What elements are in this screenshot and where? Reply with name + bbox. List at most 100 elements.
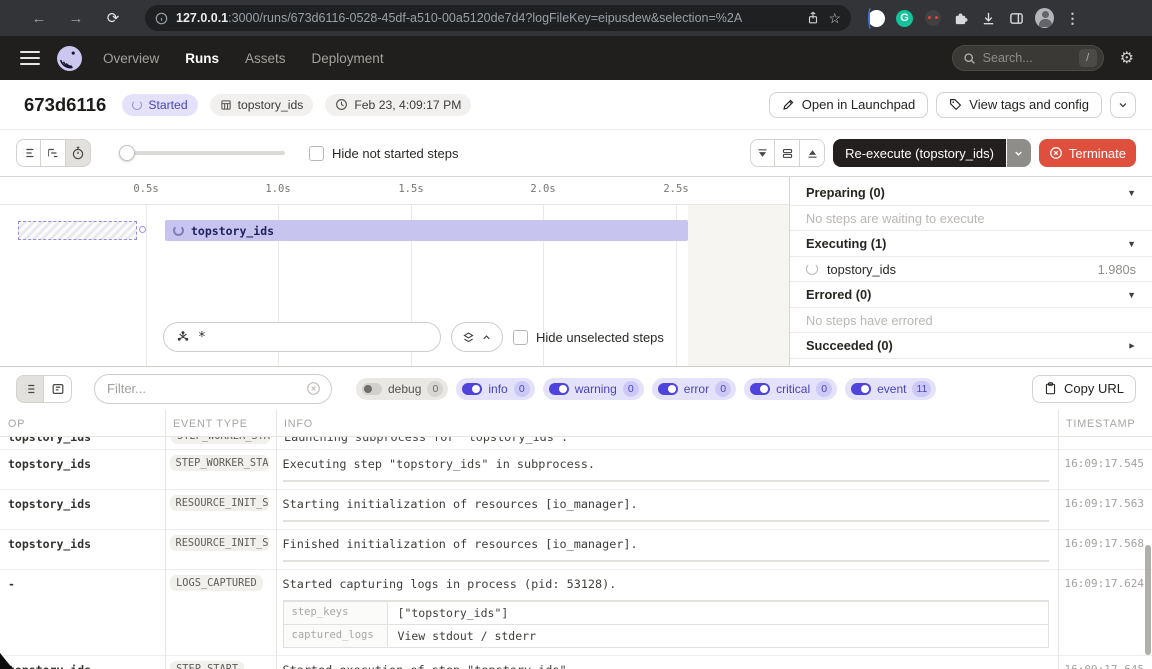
nav-tab[interactable]: Runs xyxy=(185,51,219,66)
metadata-value[interactable]: View stdout / stderr xyxy=(388,625,546,647)
view-tags-config-button[interactable]: View tags and config xyxy=(936,92,1102,118)
metadata-row[interactable]: step_keys ["topstory_ids"] xyxy=(284,601,1048,624)
list-view-button[interactable] xyxy=(16,375,44,403)
forward-icon[interactable]: → xyxy=(63,10,89,27)
structured-view-button[interactable] xyxy=(44,375,72,403)
more-actions-chevron-button[interactable] xyxy=(1110,92,1136,118)
gantt-toolbar: Hide not started steps Re-execute (topst… xyxy=(0,130,1152,177)
back-icon[interactable]: ← xyxy=(26,10,52,27)
metadata-row[interactable]: captured_logs View stdout / stderr xyxy=(284,624,1048,647)
log-row[interactable]: - LOGS_CAPTURED Started capturing logs i… xyxy=(0,570,1152,656)
status-empty-text: No steps are waiting to execute xyxy=(790,206,1152,231)
nav-tab[interactable]: Overview xyxy=(103,51,159,66)
step-selector-box[interactable] xyxy=(163,322,441,352)
clear-filter-icon[interactable] xyxy=(306,381,321,396)
status-section-title: Succeeded (0) xyxy=(806,338,893,353)
profile-avatar[interactable] xyxy=(1035,9,1054,28)
flat-view-button[interactable] xyxy=(16,139,41,167)
extensions-puzzle-icon[interactable] xyxy=(951,9,970,28)
chevron-down-icon xyxy=(1117,99,1129,111)
log-timestamp[interactable]: 16:09:17.645 xyxy=(1057,656,1152,669)
reload-icon[interactable]: ⟳ xyxy=(100,9,126,27)
gantt-step-bar[interactable]: topstory_ids xyxy=(165,220,688,241)
hide-unselected-label: Hide unselected steps xyxy=(536,330,664,345)
extension-icon[interactable] xyxy=(867,9,886,28)
log-row[interactable]: topstory_ids STEP_WORKER_STARTI… Launchi… xyxy=(0,437,1152,450)
toggle-switch xyxy=(851,383,871,395)
log-level-toggle[interactable]: info 0 xyxy=(456,378,534,400)
circle-x-icon xyxy=(1049,146,1063,160)
clock-icon xyxy=(335,98,348,111)
status-section-header[interactable]: Executing (1) ▼ xyxy=(790,231,1152,257)
side-panel-icon[interactable] xyxy=(1007,9,1026,28)
log-level-toggle[interactable]: error 0 xyxy=(652,378,736,400)
hide-not-started-checkbox[interactable] xyxy=(309,146,324,161)
log-info-text: Starting initialization of resources [io… xyxy=(283,497,1049,511)
status-section-header[interactable]: Errored (0) ▼ xyxy=(790,282,1152,308)
browser-menu-icon[interactable]: ⋮ xyxy=(1063,9,1082,28)
zoom-slider[interactable] xyxy=(119,145,285,161)
log-level-count: 0 xyxy=(514,381,530,397)
timed-view-button[interactable] xyxy=(66,139,91,167)
search-box[interactable]: / xyxy=(952,45,1104,71)
toggle-switch xyxy=(462,383,482,395)
dagster-run-page: ← → ⟳ 127.0.0.1:3000/runs/673d6116-0528-… xyxy=(0,0,1152,669)
search-input[interactable] xyxy=(983,51,1072,65)
log-filter-input[interactable] xyxy=(107,381,306,396)
log-level-label: warning xyxy=(575,382,617,396)
log-timestamp[interactable]: 16:09:17.624 xyxy=(1057,570,1152,597)
status-step-row[interactable]: topstory_ids 1.980s xyxy=(790,257,1152,282)
reexecute-dropdown-button[interactable] xyxy=(1007,139,1031,167)
download-icon[interactable] xyxy=(979,9,998,28)
extension-icon[interactable] xyxy=(923,9,942,28)
hamburger-menu-icon[interactable] xyxy=(20,51,40,66)
status-section-title: Executing (1) xyxy=(806,236,886,251)
collapse-down-button[interactable] xyxy=(750,139,775,167)
status-section-header[interactable]: Preparing (0) ▼ xyxy=(790,180,1152,206)
nav-tab[interactable]: Assets xyxy=(245,51,286,66)
log-filter-box[interactable] xyxy=(94,374,332,404)
share-icon[interactable] xyxy=(806,11,820,25)
log-level-toggle[interactable]: warning 0 xyxy=(543,378,644,400)
gantt-overrun-shade xyxy=(688,205,789,366)
log-level-toggle[interactable]: event 11 xyxy=(845,378,936,400)
site-info-icon[interactable] xyxy=(155,12,168,25)
metadata-value[interactable]: ["topstory_ids"] xyxy=(388,602,519,624)
bookmark-star-icon[interactable]: ☆ xyxy=(828,10,841,27)
event-type-chip: STEP_WORKER_STARTED xyxy=(170,455,269,471)
search-shortcut-key: / xyxy=(1079,49,1097,67)
dagster-logo[interactable] xyxy=(56,45,83,72)
reexecute-button[interactable]: Re-execute (topstory_ids) xyxy=(833,139,1006,167)
rows-button[interactable] xyxy=(775,139,800,167)
log-row[interactable]: topstory_ids STEP_WORKER_STARTED Executi… xyxy=(0,450,1152,490)
grammarly-extension-icon[interactable]: G xyxy=(895,9,914,28)
log-row[interactable]: topstory_ids RESOURCE_INIT_SUCC… Finishe… xyxy=(0,530,1152,570)
job-name-chip[interactable]: topstory_ids xyxy=(210,94,314,116)
pencil-icon xyxy=(782,98,795,111)
expand-up-button[interactable] xyxy=(800,139,825,167)
step-name: topstory_ids xyxy=(827,262,896,277)
log-level-toggle[interactable]: debug 0 xyxy=(356,378,448,400)
graph-query-toggle-button[interactable] xyxy=(451,322,503,352)
scrollbar-thumb[interactable] xyxy=(1145,545,1151,655)
settings-gear-icon[interactable]: ⚙ xyxy=(1120,48,1134,68)
log-level-toggle[interactable]: critical 0 xyxy=(744,378,837,400)
status-section: Succeeded (0) ▼ xyxy=(790,333,1152,359)
log-row[interactable]: topstory_ids RESOURCE_INIT_STAR… Startin… xyxy=(0,490,1152,530)
open-in-launchpad-button[interactable]: Open in Launchpad xyxy=(769,92,928,118)
log-info-text: Started capturing logs in process (pid: … xyxy=(283,577,1049,591)
log-timestamp[interactable]: 16:09:17.568 xyxy=(1057,530,1152,557)
copy-url-button[interactable]: Copy URL xyxy=(1032,375,1136,403)
status-empty-text: No steps have errored xyxy=(790,308,1152,333)
step-selector-input[interactable] xyxy=(198,330,418,345)
waterfall-view-button[interactable] xyxy=(41,139,66,167)
url-bar[interactable]: 127.0.0.1:3000/runs/673d6116-0528-45df-a… xyxy=(145,5,851,31)
hide-unselected-checkbox[interactable] xyxy=(513,330,528,345)
nav-tab[interactable]: Deployment xyxy=(312,51,384,66)
log-row[interactable]: topstory_ids STEP_START Started executio… xyxy=(0,656,1152,669)
slider-knob[interactable] xyxy=(119,145,135,161)
log-timestamp[interactable]: 16:09:17.545 xyxy=(1057,450,1152,477)
status-section-header[interactable]: Succeeded (0) ▼ xyxy=(790,333,1152,359)
terminate-button[interactable]: Terminate xyxy=(1039,139,1136,167)
log-timestamp[interactable]: 16:09:17.563 xyxy=(1057,490,1152,517)
